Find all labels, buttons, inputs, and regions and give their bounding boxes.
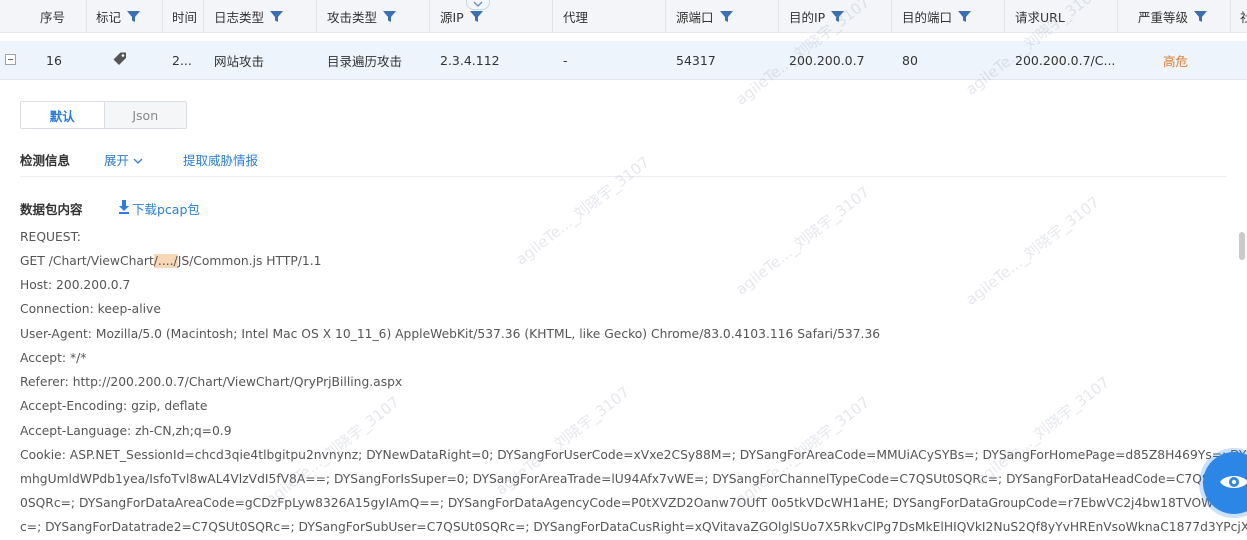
table-row[interactable]: 16 2... 网站攻击 目录遍历攻击 2.3.4.112 - 54317 20… [0, 41, 1247, 80]
col-url[interactable]: 请求URL [1015, 0, 1065, 32]
row-src-port: 54317 [676, 52, 716, 68]
column-divider [1230, 0, 1231, 33]
filter-icon[interactable] [270, 10, 284, 23]
filter-icon[interactable] [831, 10, 845, 23]
col-dst-port-label: 目的端口 [902, 9, 953, 25]
col-dst-ip[interactable]: 目的IP [789, 0, 845, 32]
column-divider [1004, 0, 1005, 33]
col-dst-ip-label: 目的IP [789, 9, 826, 25]
row-log-type: 网站攻击 [214, 53, 265, 69]
filter-icon[interactable] [383, 10, 397, 23]
traversal-highlight: /..../ [153, 254, 178, 268]
col-severity-label: 严重等级 [1138, 9, 1189, 25]
spacer [0, 33, 1247, 41]
column-divider [1117, 0, 1118, 33]
severity-badge: 高危 [1163, 53, 1189, 69]
col-src-port[interactable]: 源端口 [676, 0, 733, 32]
extract-threat-intel-link[interactable]: 提取威胁情报 [183, 150, 258, 169]
packet-line: Host: 200.200.0.7 [20, 278, 131, 292]
watermark: agileTe..._刘晓宇_3107 [512, 153, 654, 269]
packet-line: GET /Chart/ViewChart/..../JS/Common.js H… [20, 254, 1247, 268]
column-divider [891, 0, 892, 33]
col-index-label: 序号 [40, 9, 66, 25]
col-src-port-label: 源端口 [676, 9, 714, 25]
packet-line: c=; DYSangForDatatrade2=C7QSUt0SQRc=; DY… [20, 520, 1247, 534]
col-proxy-label: 代理 [563, 9, 589, 25]
col-time[interactable]: 时间 [172, 0, 197, 32]
packet-line: Referer: http://200.200.0.7/Chart/ViewCh… [20, 375, 403, 389]
col-log-type-label: 日志类型 [214, 9, 265, 25]
packet-line-part: GET /Chart/ViewChart [20, 254, 154, 268]
col-time-label: 时间 [172, 9, 198, 25]
table-header: 序号 标记 时间 日志类型 攻击类型 源IP 代理 源端口 目的IP 目的端口 … [0, 0, 1247, 33]
col-mark[interactable]: 标记 [96, 0, 141, 32]
filter-icon[interactable] [469, 10, 483, 23]
vertical-scrollbar[interactable] [1239, 232, 1245, 260]
packet-line: 0SQRc=; DYSangForDataAreaCode=gCDzFpLyw8… [20, 496, 1247, 510]
tab-default[interactable]: 默认 [21, 102, 104, 128]
row-dst-port: 80 [902, 52, 918, 68]
row-attack-type: 目录遍历攻击 [327, 53, 403, 69]
col-attack-type[interactable]: 攻击类型 [327, 0, 397, 32]
column-divider [316, 0, 317, 33]
expand-link[interactable]: 展开 [104, 150, 143, 169]
row-url: 200.200.0.7/C... [1015, 52, 1116, 68]
filter-icon[interactable] [127, 10, 141, 23]
column-divider [429, 0, 430, 33]
col-severity[interactable]: 严重等级 [1138, 0, 1208, 32]
column-divider [778, 0, 779, 33]
col-proxy[interactable]: 代理 [563, 0, 588, 32]
col-overflow-label: 社 [1240, 9, 1247, 25]
row-src-ip: 2.3.4.112 [440, 52, 500, 68]
packet-line: User-Agent: Mozilla/5.0 (Macintosh; Inte… [20, 327, 881, 341]
col-index: 序号 [40, 0, 65, 32]
expand-link-label: 展开 [104, 153, 130, 168]
download-icon [118, 200, 130, 217]
col-overflow[interactable]: 社 [1240, 0, 1247, 32]
column-divider [552, 0, 553, 33]
column-divider [665, 0, 666, 33]
col-mark-label: 标记 [96, 9, 122, 25]
filter-icon[interactable] [719, 10, 733, 23]
tab-json[interactable]: Json [103, 102, 186, 128]
col-dst-port[interactable]: 目的端口 [902, 0, 972, 32]
collapse-row-button[interactable] [5, 54, 16, 65]
row-time: 2... [172, 52, 192, 68]
packet-line: Accept: */* [20, 351, 87, 365]
detail-tabs: 默认 Json [20, 101, 187, 129]
row-index: 16 [46, 52, 62, 68]
download-pcap-link[interactable]: 下载pcap包 [118, 199, 200, 218]
detect-info-title: 检测信息 [20, 153, 71, 168]
row-mark[interactable] [112, 41, 128, 79]
packet-line: Connection: keep-alive [20, 302, 161, 316]
filter-icon[interactable] [1194, 10, 1208, 23]
column-divider [203, 0, 204, 33]
packet-line: Cookie: ASP.NET_SessionId=chcd3qie4tlbgi… [20, 448, 1247, 462]
sort-toggle[interactable] [466, 0, 490, 10]
tag-icon[interactable] [112, 51, 128, 70]
col-src-ip-label: 源IP [440, 9, 464, 25]
packet-line: REQUEST: [20, 230, 81, 244]
packet-line: Accept-Language: zh-CN,zh;q=0.9 [20, 424, 232, 438]
packet-content-title: 数据包内容 [20, 202, 83, 217]
filter-icon[interactable] [958, 10, 972, 23]
download-pcap-label: 下载pcap包 [132, 202, 200, 217]
eye-icon [1219, 472, 1247, 495]
row-dst-ip: 200.200.0.7 [789, 52, 865, 68]
packet-line: mhgUmldWPdb1yea/IsfoTvl8wAL4VlzVdI5fV8A=… [20, 472, 1247, 486]
packet-line: Accept-Encoding: gzip, deflate [20, 399, 208, 413]
col-url-label: 请求URL [1015, 9, 1065, 25]
col-log-type[interactable]: 日志类型 [214, 0, 284, 32]
divider [20, 176, 1227, 177]
row-proxy: - [563, 52, 568, 68]
column-divider [162, 0, 163, 33]
column-divider [86, 0, 87, 33]
chevron-down-icon [133, 152, 143, 167]
chevron-down-icon [473, 0, 483, 10]
packet-line-part: JS/Common.js HTTP/1.1 [177, 254, 322, 268]
col-attack-type-label: 攻击类型 [327, 9, 378, 25]
